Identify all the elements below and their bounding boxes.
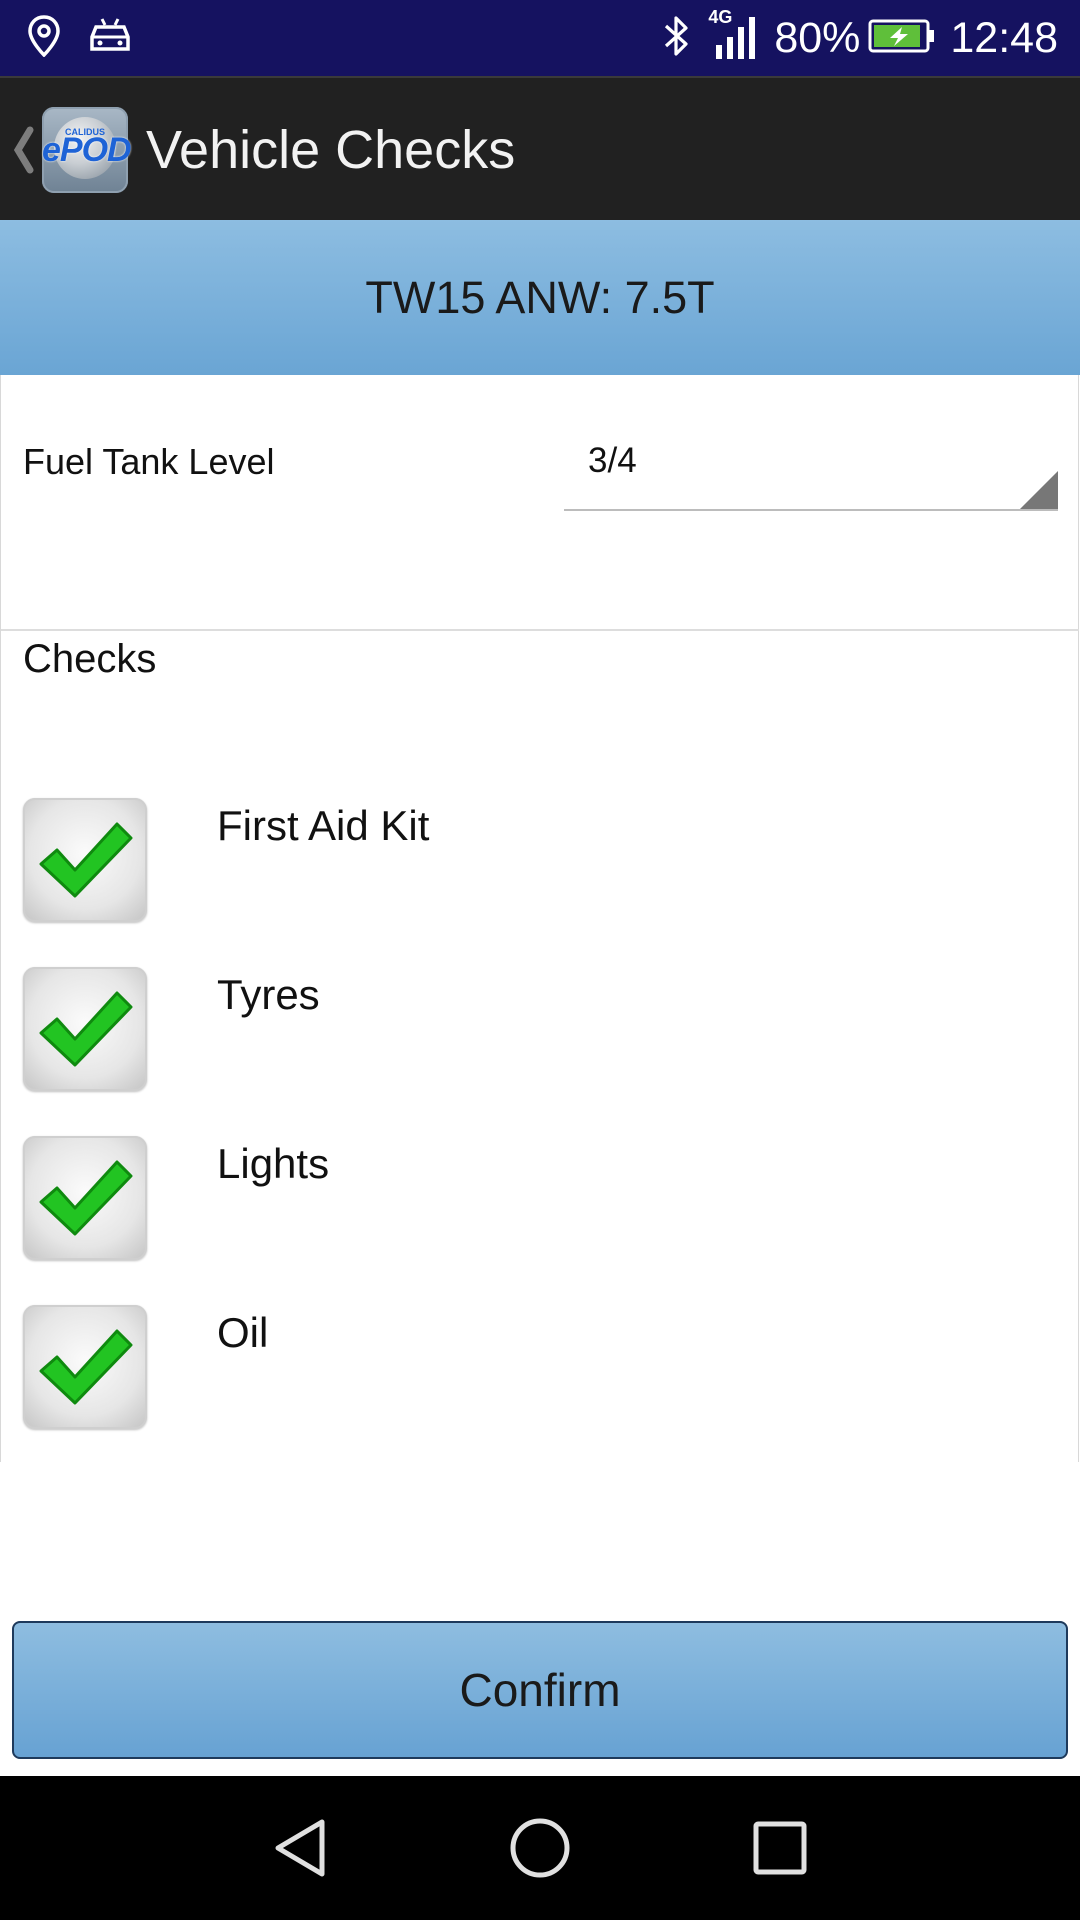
action-bar: CALIDUS ePOD Vehicle Checks: [0, 76, 1080, 220]
check-item-label: Lights: [217, 1140, 330, 1187]
fuel-level-label: Fuel Tank Level: [23, 441, 275, 482]
check-item-tyres[interactable]: Tyres: [23, 967, 1053, 1093]
vehicle-registration: TW15 ANW: 7.5T: [365, 271, 715, 323]
checkbox[interactable]: [23, 1136, 147, 1260]
fuel-level-dropdown[interactable]: 3/4: [564, 425, 1058, 511]
signal-icon: 4G: [708, 7, 758, 63]
nav-recents-button[interactable]: [730, 1798, 830, 1898]
checkbox[interactable]: [23, 1305, 147, 1429]
checkmark-icon: [39, 1329, 133, 1405]
logo-text: ePOD: [42, 131, 132, 169]
back-triangle-icon: [275, 1819, 325, 1877]
nav-home-button[interactable]: [490, 1798, 590, 1898]
battery-percent: 80%: [774, 13, 861, 62]
check-item-lights[interactable]: Lights: [23, 1136, 1053, 1262]
status-bar: 4G 80% 12:48: [0, 0, 1080, 76]
dropdown-triangle-icon: [1020, 471, 1058, 509]
content-panel: Fuel Tank Level 3/4 Checks First Aid Kit…: [0, 375, 1079, 1462]
car-mode-icon: [90, 17, 130, 60]
confirm-label: Confirm: [459, 1664, 621, 1716]
recents-square-icon: [753, 1821, 807, 1875]
checks-heading: Checks: [23, 637, 157, 681]
check-item-label: Oil: [217, 1309, 269, 1356]
check-item-label: First Aid Kit: [217, 802, 430, 849]
location-icon: [28, 14, 60, 62]
nav-back-button[interactable]: [250, 1798, 350, 1898]
status-right-icons: 4G 80% 12:48: [662, 7, 1058, 66]
checkmark-icon: [39, 991, 133, 1067]
checkmark-icon: [39, 822, 133, 898]
bluetooth-icon: [662, 14, 692, 63]
navigation-bar: [0, 1776, 1080, 1920]
app-logo[interactable]: CALIDUS ePOD: [42, 107, 132, 193]
vehicle-header: TW15 ANW: 7.5T: [0, 220, 1080, 375]
back-chevron-icon[interactable]: [10, 124, 36, 176]
page-title: Vehicle Checks: [146, 120, 516, 180]
status-left-icons: [28, 14, 130, 62]
battery-charging-icon: [868, 19, 936, 58]
clock: 12:48: [950, 13, 1058, 62]
home-circle-icon: [510, 1818, 570, 1878]
confirm-button[interactable]: Confirm: [12, 1621, 1068, 1759]
fuel-level-row: Fuel Tank Level 3/4: [1, 375, 1079, 631]
checkbox[interactable]: [23, 798, 147, 922]
check-item-oil[interactable]: Oil: [23, 1305, 1053, 1431]
check-item-label: Tyres: [217, 971, 320, 1018]
fuel-level-value: 3/4: [588, 441, 637, 480]
checkbox[interactable]: [23, 967, 147, 1091]
check-item-first-aid-kit[interactable]: First Aid Kit: [23, 798, 1053, 924]
checkmark-icon: [39, 1160, 133, 1236]
